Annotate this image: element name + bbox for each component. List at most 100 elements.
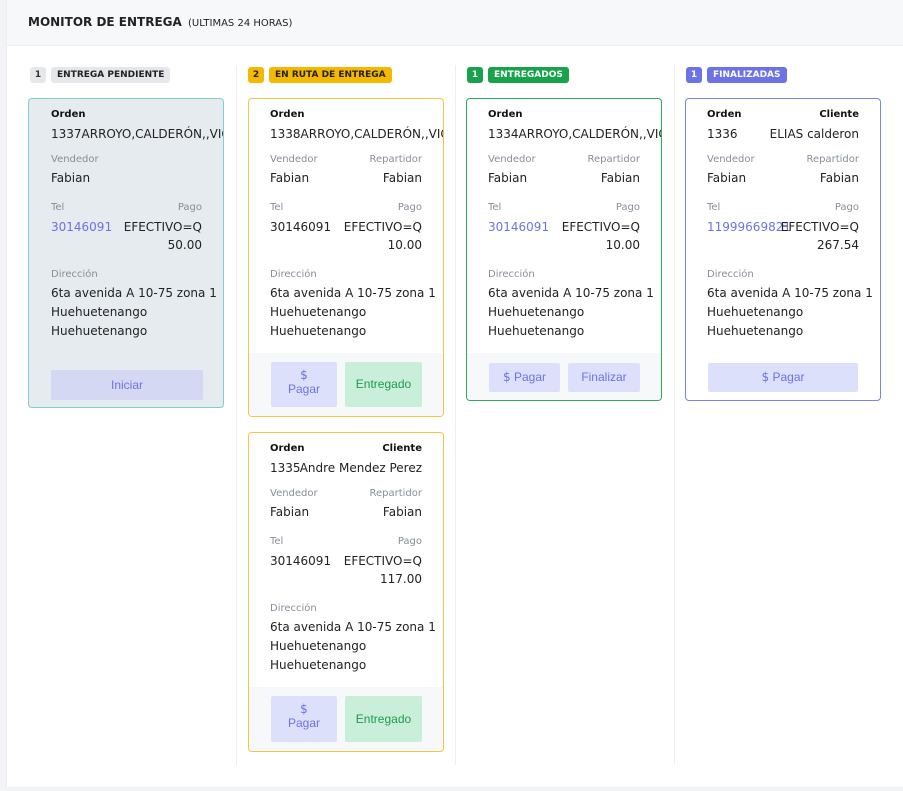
repartidor-value: Fabian xyxy=(382,505,422,519)
direccion-label: Dirección xyxy=(270,603,317,614)
dollar-icon: $ xyxy=(502,370,511,384)
pagar-button[interactable]: $ Pagar xyxy=(708,363,858,392)
count-badge: 1 xyxy=(30,67,46,83)
direccion-line: Huehuetenango xyxy=(270,639,367,653)
direccion-label: Dirección xyxy=(707,269,754,280)
vendedor-value: Fabian xyxy=(270,505,310,519)
pago-value: EFECTIVO=Q xyxy=(561,220,640,234)
orden-value: 1334ARROYO,CALDERÓN,,VICTOR,L xyxy=(488,127,661,141)
orden-value: 1338ARROYO,CALDERÓN,,VICTOR,L xyxy=(270,127,443,141)
dollar-icon: $ xyxy=(300,368,308,382)
vendedor-value: Fabian xyxy=(488,171,528,185)
orden-value: 1337ARROYO,CALDERÓN,,VICTOR,L xyxy=(51,127,223,141)
direccion-line: Huehuetenango xyxy=(488,305,585,319)
direccion-line: Huehuetenango xyxy=(51,305,148,319)
pago-label: Pago xyxy=(397,536,422,547)
page-title: MONITOR DE ENTREGA (ULTIMAS 24 HORAS) xyxy=(28,15,292,29)
pago-amount: 50.00 xyxy=(167,238,202,252)
cliente-label: Cliente xyxy=(819,109,859,120)
pagar-button[interactable]: $ Pagar xyxy=(271,696,337,742)
orden-label: Orden xyxy=(270,443,305,454)
entregado-button[interactable]: Entregado xyxy=(345,696,422,742)
pago-label: Pago xyxy=(177,202,202,213)
direccion-line: Huehuetenango xyxy=(270,658,367,672)
status-badge: EN RUTA DE ENTREGA xyxy=(269,67,392,83)
column-header-finalizadas: 1 FINALIZADAS xyxy=(686,67,787,83)
pago-label: Pago xyxy=(397,202,422,213)
pagar-label: Pagar xyxy=(772,370,805,384)
repartidor-value: Fabian xyxy=(600,171,640,185)
direccion-line: Huehuetenango xyxy=(270,305,367,319)
pago-value: EFECTIVO=Q xyxy=(780,220,859,234)
pagar-button[interactable]: $ Pagar xyxy=(489,363,560,392)
direccion-line: 6ta avenida A 10-75 zona 1 xyxy=(270,620,436,634)
card-footer: $ Pagar Entregado xyxy=(249,353,443,416)
direccion-line: Huehuetenango xyxy=(51,324,148,338)
pago-value: EFECTIVO=Q xyxy=(123,220,202,234)
status-badge: ENTREGA PENDIENTE xyxy=(51,67,171,83)
tel-value: 30146091 xyxy=(270,220,332,234)
direccion-line: 6ta avenida A 10-75 zona 1 xyxy=(707,286,873,300)
pago-value: EFECTIVO=Q xyxy=(343,220,422,234)
tel-link[interactable]: 30146091 xyxy=(488,220,549,234)
vendedor-label: Vendedor xyxy=(707,154,755,165)
column-divider xyxy=(674,65,675,765)
dollar-icon: $ xyxy=(761,370,770,384)
pago-value: EFECTIVO=Q xyxy=(343,554,422,568)
direccion-label: Dirección xyxy=(488,269,535,280)
order-card: Orden 1334ARROYO,CALDERÓN,,VICTOR,L Vend… xyxy=(466,98,662,401)
direccion-line: 6ta avenida A 10-75 zona 1 xyxy=(270,286,436,300)
order-card: Orden 1337ARROYO,CALDERÓN,,VICTOR,L Vend… xyxy=(28,98,224,408)
pagar-label: Pagar xyxy=(287,382,321,396)
tel-label: Tel xyxy=(488,202,502,213)
cliente-label: Cliente xyxy=(382,443,422,454)
direccion-line: 6ta avenida A 10-75 zona 1 xyxy=(51,286,217,300)
pagar-label: Pagar xyxy=(513,370,546,384)
pagar-label: Pagar xyxy=(287,716,321,730)
count-badge: 2 xyxy=(248,67,264,83)
pago-label: Pago xyxy=(615,202,640,213)
card-footer: $ Pagar Entregado xyxy=(249,687,443,751)
tel-link[interactable]: 11999669821 xyxy=(707,220,791,234)
column-header-en-ruta: 2 EN RUTA DE ENTREGA xyxy=(248,67,392,83)
vendedor-value: Fabian xyxy=(51,171,91,185)
card-footer: $ Pagar Finalizar xyxy=(467,353,661,400)
orden-label: Orden xyxy=(270,109,305,120)
repartidor-value: Fabian xyxy=(382,171,422,185)
vendedor-label: Vendedor xyxy=(270,154,318,165)
pago-amount: 10.00 xyxy=(605,238,640,252)
count-badge: 1 xyxy=(467,67,483,83)
page-title-text: MONITOR DE ENTREGA xyxy=(28,15,182,29)
orden-label: Orden xyxy=(707,109,742,120)
finalizar-button[interactable]: Finalizar xyxy=(568,363,640,392)
repartidor-label: Repartidor xyxy=(369,488,422,499)
vendedor-label: Vendedor xyxy=(51,154,99,165)
vendedor-label: Vendedor xyxy=(270,488,318,499)
orden-label: Orden xyxy=(488,109,523,120)
vendedor-value: Fabian xyxy=(270,171,310,185)
column-header-pendiente: 1 ENTREGA PENDIENTE xyxy=(30,67,171,83)
tel-link[interactable]: 30146091 xyxy=(51,220,112,234)
vendedor-value: Fabian xyxy=(707,171,747,185)
tel-label: Tel xyxy=(270,536,284,547)
repartidor-value: Fabian xyxy=(819,171,859,185)
repartidor-label: Repartidor xyxy=(806,154,859,165)
direccion-label: Dirección xyxy=(270,269,317,280)
pago-amount: 10.00 xyxy=(387,238,422,252)
orden-value: 1336 xyxy=(707,127,738,141)
page-subtitle: (ULTIMAS 24 HORAS) xyxy=(187,18,293,29)
entregado-button[interactable]: Entregado xyxy=(345,362,422,407)
repartidor-label: Repartidor xyxy=(587,154,640,165)
direccion-label: Dirección xyxy=(51,269,98,280)
order-card: Orden Cliente 1336 ELIAS calderon Vended… xyxy=(685,98,881,401)
tel-label: Tel xyxy=(707,202,721,213)
pagar-button[interactable]: $ Pagar xyxy=(271,362,337,407)
tel-label: Tel xyxy=(51,202,65,213)
orden-label: Orden xyxy=(51,109,86,120)
order-card: Orden 1338ARROYO,CALDERÓN,,VICTOR,L Vend… xyxy=(248,98,444,417)
column-header-entregados: 1 ENTREGADOS xyxy=(467,67,569,83)
cliente-value: Andre Mendez Perez xyxy=(299,461,422,475)
tel-label: Tel xyxy=(270,202,284,213)
iniciar-button[interactable]: Iniciar xyxy=(51,370,203,400)
status-badge: FINALIZADAS xyxy=(707,67,787,83)
